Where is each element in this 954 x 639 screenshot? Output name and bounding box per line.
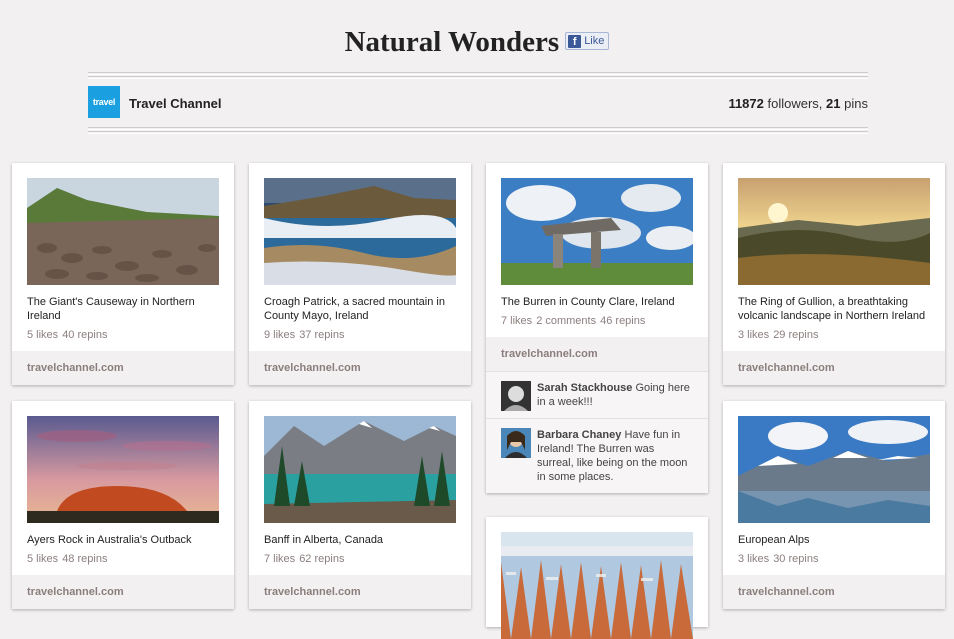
pin-description[interactable]: Banff in Alberta, Canada — [264, 533, 456, 547]
pin-comment: Sarah Stackhouse Going here in a week!!! — [486, 371, 708, 418]
pin-repins[interactable]: 48 repins — [62, 553, 107, 565]
followers-label: followers, — [767, 96, 823, 111]
divider-top — [88, 72, 868, 75]
pin-likes[interactable]: 7 likes — [264, 553, 295, 565]
pins-label: pins — [844, 96, 868, 111]
pin-description[interactable]: European Alps — [738, 533, 930, 547]
pin-card[interactable]: Croagh Patrick, a sacred mountain in Cou… — [249, 163, 471, 385]
board-title: Natural Wonders f Like — [0, 26, 954, 59]
pin-image[interactable] — [738, 178, 930, 285]
pin-card[interactable]: European Alps 3 likes 30 repins travelcha… — [723, 401, 945, 609]
divider-top-2 — [88, 76, 868, 79]
pin-image[interactable] — [264, 416, 456, 523]
board-title-text: Natural Wonders — [344, 26, 560, 58]
pin-card[interactable]: The Giant's Causeway in Northern Ireland… — [12, 163, 234, 385]
pin-card[interactable]: Ayers Rock in Australia's Outback 5 like… — [12, 401, 234, 609]
pin-stats: 9 likes 37 repins — [264, 329, 456, 341]
followers-count[interactable]: 11872 — [728, 96, 763, 111]
pin-stats: 5 likes 48 repins — [27, 553, 219, 565]
pin-image[interactable] — [27, 178, 219, 285]
like-label: Like — [584, 35, 605, 48]
pin-card[interactable]: Banff in Alberta, Canada 7 likes 62 repin… — [249, 401, 471, 609]
pin-source[interactable]: travelchannel.com — [249, 351, 471, 385]
pin-description[interactable]: The Burren in County Clare, Ireland — [501, 295, 693, 309]
divider-bottom — [88, 127, 868, 130]
pin-card[interactable]: The Ring of Gullion, a breathtaking volc… — [723, 163, 945, 385]
pin-comment: Barbara Chaney Have fun in Ireland! The … — [486, 418, 708, 493]
pin-description[interactable]: The Giant's Causeway in Northern Ireland — [27, 295, 219, 323]
pin-repins[interactable]: 46 repins — [600, 315, 645, 327]
pin-description[interactable]: Ayers Rock in Australia's Outback — [27, 533, 219, 547]
pin-source[interactable]: travelchannel.com — [249, 575, 471, 609]
pin-card[interactable]: The Burren in County Clare, Ireland 7 li… — [486, 163, 708, 493]
pin-repins[interactable]: 62 repins — [299, 553, 344, 565]
pin-likes[interactable]: 5 likes — [27, 329, 58, 341]
pin-repins[interactable]: 40 repins — [62, 329, 107, 341]
pin-image[interactable] — [501, 178, 693, 285]
pin-comments[interactable]: 2 comments — [536, 315, 596, 327]
facebook-icon: f — [568, 34, 582, 48]
pin-source[interactable]: travelchannel.com — [12, 575, 234, 609]
pin-source[interactable]: travelchannel.com — [12, 351, 234, 385]
pin-repins[interactable]: 30 repins — [773, 553, 818, 565]
pin-likes[interactable]: 9 likes — [264, 329, 295, 341]
divider-bottom-2 — [88, 131, 868, 134]
pin-image[interactable] — [27, 416, 219, 523]
owner-stats: 11872 followers, 21 pins — [728, 96, 868, 111]
pin-repins[interactable]: 37 repins — [299, 329, 344, 341]
facebook-like-button[interactable]: f Like — [565, 32, 610, 51]
pin-card[interactable] — [486, 517, 708, 639]
pins-count[interactable]: 21 — [826, 96, 840, 111]
pin-likes[interactable]: 3 likes — [738, 329, 769, 341]
pin-likes[interactable]: 7 likes — [501, 315, 532, 327]
pin-likes[interactable]: 3 likes — [738, 553, 769, 565]
pin-source[interactable]: travelchannel.com — [486, 337, 708, 371]
travel-channel-logo[interactable]: travel — [88, 86, 120, 118]
comment-author[interactable]: Sarah Stackhouse — [537, 382, 632, 394]
pin-stats: 3 likes 29 repins — [738, 329, 930, 341]
owner-bar: travel Travel Channel 11872 followers, 2… — [88, 86, 868, 120]
pin-stats: 5 likes 40 repins — [27, 329, 219, 341]
pin-description[interactable]: Croagh Patrick, a sacred mountain in Cou… — [264, 295, 456, 323]
avatar[interactable] — [501, 428, 531, 458]
owner-name[interactable]: Travel Channel — [129, 96, 221, 111]
comment-author[interactable]: Barbara Chaney — [537, 429, 621, 441]
pin-source[interactable]: travelchannel.com — [723, 351, 945, 385]
pin-source[interactable]: travelchannel.com — [723, 575, 945, 609]
pin-description[interactable]: The Ring of Gullion, a breathtaking volc… — [738, 295, 930, 323]
pin-stats: 7 likes 2 comments 46 repins — [501, 315, 693, 327]
pin-stats: 7 likes 62 repins — [264, 553, 456, 565]
pin-image[interactable] — [738, 416, 930, 523]
pin-repins[interactable]: 29 repins — [773, 329, 818, 341]
pin-likes[interactable]: 5 likes — [27, 553, 58, 565]
pin-image[interactable] — [501, 532, 693, 639]
avatar[interactable] — [501, 381, 531, 411]
pin-image[interactable] — [264, 178, 456, 285]
pin-stats: 3 likes 30 repins — [738, 553, 930, 565]
